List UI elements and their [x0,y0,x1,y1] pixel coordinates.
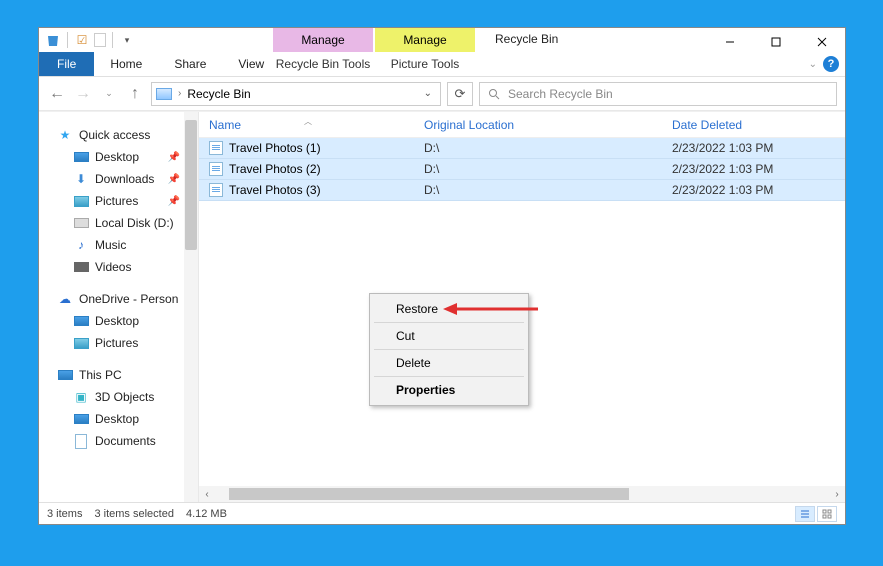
document-icon [75,434,87,449]
address-dropdown-icon[interactable]: ⌄ [424,88,432,99]
cloud-icon: ☁ [57,291,73,307]
context-cut[interactable]: Cut [374,323,524,350]
nav-up-button[interactable]: ↑ [125,84,145,104]
context-menu: Restore Cut Delete Properties [369,293,529,406]
recycle-bin-icon [45,32,61,48]
view-large-button[interactable] [817,506,837,522]
sidebar-item-downloads[interactable]: ⬇Downloads📌 [39,168,198,190]
column-original-location[interactable]: Original Location [424,118,672,132]
sidebar-thispc[interactable]: This PC [39,364,198,386]
sidebar-item-pictures[interactable]: Pictures📌 [39,190,198,212]
help-icon[interactable]: ? [823,56,839,72]
desktop-icon [74,414,89,424]
table-row[interactable]: Travel Photos (2) D:\ 2/23/2022 1:03 PM [199,159,845,180]
explorer-window: ☑ ▾ Manage Recycle Bin Tools Manage Pict… [38,27,846,525]
view-details-button[interactable] [795,506,815,522]
desktop-icon [74,316,89,326]
ribbon-expand-icon[interactable]: ⌄ [809,59,817,70]
disk-icon [74,218,89,228]
refresh-button[interactable]: ⟳ [447,82,473,106]
sidebar-item-od-desktop[interactable]: Desktop [39,310,198,332]
home-tab[interactable]: Home [94,52,158,76]
horizontal-scrollbar[interactable]: ‹ › [199,486,845,502]
window-title: Recycle Bin [495,32,558,46]
sidebar-item-music[interactable]: ♪Music [39,234,198,256]
scroll-left-icon[interactable]: ‹ [199,487,215,501]
sidebar-scrollbar[interactable] [184,112,198,502]
objects-3d-icon: ▣ [73,389,89,405]
location-recycle-icon [156,88,172,100]
pin-icon: 📌 [168,174,180,185]
sidebar-item-od-pictures[interactable]: Pictures [39,332,198,354]
file-list: Travel Photos (1) D:\ 2/23/2022 1:03 PM … [199,138,845,201]
qat-dropdown-icon[interactable]: ▾ [119,32,135,48]
file-icon [209,183,223,197]
status-bar: 3 items 3 items selected 4.12 MB [39,502,845,524]
desktop-icon [74,152,89,162]
pc-icon [58,370,73,380]
sidebar-onedrive[interactable]: ☁OneDrive - Person [39,288,198,310]
pictures-icon [74,338,89,349]
star-icon: ★ [57,127,73,143]
scrollbar-thumb[interactable] [185,120,197,250]
pin-icon: 📌 [168,196,180,207]
file-icon [209,162,223,176]
navigation-pane: ★ Quick access Desktop📌 ⬇Downloads📌 Pict… [39,112,199,502]
address-location: Recycle Bin [187,87,250,101]
properties-icon[interactable]: ☑ [74,32,90,48]
sidebar-item-localdisk[interactable]: Local Disk (D:) [39,212,198,234]
table-row[interactable]: Travel Photos (1) D:\ 2/23/2022 1:03 PM [199,138,845,159]
sidebar-item-pc-desktop[interactable]: Desktop [39,408,198,430]
pictures-icon [74,196,89,207]
status-selected-count: 3 items selected [94,508,173,520]
nav-back-button[interactable]: ← [47,84,67,104]
search-placeholder: Search Recycle Bin [508,87,613,101]
column-headers: ︿Name Original Location Date Deleted [199,112,845,138]
context-delete[interactable]: Delete [374,350,524,377]
view-tab[interactable]: View [222,52,280,76]
sidebar-item-documents[interactable]: Documents [39,430,198,452]
nav-history-icon[interactable]: ⌄ [99,84,119,104]
table-row[interactable]: Travel Photos (3) D:\ 2/23/2022 1:03 PM [199,180,845,201]
chevron-right-icon: › [178,88,181,99]
sort-indicator-icon: ︿ [304,116,312,127]
sidebar-quick-access[interactable]: ★ Quick access [39,124,198,146]
search-input[interactable]: Search Recycle Bin [479,82,837,106]
nav-forward-button[interactable]: → [73,84,93,104]
context-properties[interactable]: Properties [374,377,524,403]
address-bar[interactable]: › Recycle Bin ⌄ [151,82,441,106]
download-icon: ⬇ [73,171,89,187]
sidebar-item-3dobjects[interactable]: ▣3D Objects [39,386,198,408]
status-size: 4.12 MB [186,508,227,520]
sidebar-item-desktop[interactable]: Desktop📌 [39,146,198,168]
column-date-deleted[interactable]: Date Deleted [672,118,845,132]
music-icon: ♪ [73,237,89,253]
share-tab[interactable]: Share [158,52,222,76]
sidebar-item-videos[interactable]: Videos [39,256,198,278]
file-tab[interactable]: File [39,52,94,76]
file-icon [209,141,223,155]
search-icon [488,88,500,100]
video-icon [74,262,89,272]
main-area: ★ Quick access Desktop📌 ⬇Downloads📌 Pict… [39,111,845,502]
qat-new-icon[interactable] [94,33,106,47]
context-restore[interactable]: Restore [374,296,524,323]
pin-icon: 📌 [168,152,180,163]
status-item-count: 3 items [47,508,82,520]
address-bar-row: ← → ⌄ ↑ › Recycle Bin ⌄ ⟳ Search Recycle… [39,77,845,111]
column-name[interactable]: ︿Name [199,118,424,132]
scrollbar-thumb[interactable] [229,488,629,500]
title-bar: ☑ ▾ Manage Recycle Bin Tools Manage Pict… [39,28,845,77]
scroll-right-icon[interactable]: › [829,487,845,501]
